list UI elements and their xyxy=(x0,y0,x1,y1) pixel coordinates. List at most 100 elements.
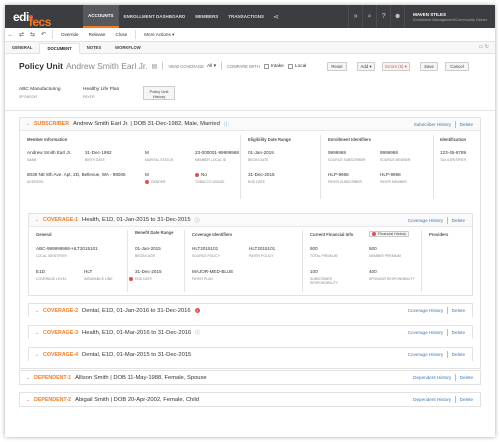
tab-notes[interactable]: NOTES xyxy=(80,42,108,53)
coverage-1-header[interactable]: ⌄ COVERAGE-1 Health, E1D, 01-Jan-2015 to… xyxy=(29,214,472,227)
member-local-id-value[interactable]: 23-000001-99999968 xyxy=(195,150,239,155)
coverage-3-header[interactable]: ⌄ COVERAGE-3 Health, E1D, 01-Mar-2016 to… xyxy=(29,326,472,339)
nav-tab-transactions[interactable]: TRANSACTIONS xyxy=(223,5,269,28)
close-button[interactable]: Close xyxy=(110,32,132,37)
coverage-4-header[interactable]: ⌄ COVERAGE-4 Dental, E1D, 01-Mar-2015 to… xyxy=(29,348,472,361)
source-policy-value[interactable]: HLT2015101 xyxy=(192,246,218,251)
begin-date-label: BEGIN DATE xyxy=(248,158,269,162)
end-date-label: END DATE xyxy=(248,180,265,184)
tab-general[interactable]: GENERAL xyxy=(5,42,39,53)
coverage-2-history-link[interactable]: Coverage History xyxy=(408,308,444,313)
coverage-4-delete-link[interactable]: Delete xyxy=(452,352,465,357)
dependent-1-title: Allison Smith | DOB 11-May-1988, Female,… xyxy=(75,374,207,381)
dependent-2-header[interactable]: ⌄ DEPENDENT-2 Abigail Smith | DOB 20-Apr… xyxy=(20,393,480,406)
chevron-right-icon[interactable]: ⌄ xyxy=(33,308,41,314)
dependent-1-header[interactable]: ⌄ DEPENDENT-1 Allison Smith | DOB 11-May… xyxy=(20,371,480,384)
chevron-right-icon[interactable]: ⌄ xyxy=(33,352,41,358)
dependent-2-history-link[interactable]: Dependent History xyxy=(413,397,451,402)
chevron-right-icon[interactable]: ⌄ xyxy=(33,330,41,336)
nav-tab-accounts[interactable]: ACCOUNTS xyxy=(83,5,119,28)
coverage-end-date-value[interactable]: 31-Dec-2015 xyxy=(135,269,162,274)
transfer-icon[interactable]: ⇆ xyxy=(27,31,38,38)
subscriber-delete-link[interactable]: Delete xyxy=(460,122,473,127)
view-coverage-select[interactable]: All ▾ xyxy=(207,64,216,69)
errors-dropdown-button[interactable]: Errors (5) ▾ xyxy=(382,62,410,71)
tab-document[interactable]: DOCUMENT xyxy=(39,43,80,54)
subscriber-panel: ⌄ SUBSCRIBER Andrew Smith Earl Jr. | DOB… xyxy=(19,117,481,369)
release-button[interactable]: Release xyxy=(84,32,111,37)
reset-button[interactable]: Reset xyxy=(327,62,347,71)
member-premium-value[interactable]: 500 xyxy=(369,246,377,251)
intake-checkbox[interactable] xyxy=(263,63,269,69)
coverage-3-history-link[interactable]: Coverage History xyxy=(408,330,444,335)
expand-icon[interactable]: » xyxy=(348,5,362,28)
search-icon[interactable]: ⌕ xyxy=(362,5,376,28)
payer-subscriber-value[interactable]: HLP-9968 xyxy=(328,172,349,177)
local-checkbox[interactable] xyxy=(287,63,293,69)
avatar[interactable]: ☻ xyxy=(390,5,404,28)
share-icon[interactable]: ⋖ xyxy=(269,13,283,21)
tax-id-value[interactable]: 123-45-6789 xyxy=(440,150,466,155)
local-identifier-value[interactable]: ABC-999999968-HLT2015101 xyxy=(36,246,98,251)
app-window: edifecs ACCOUNTS ENROLLMENT DASHBOARD ME… xyxy=(5,5,495,437)
more-actions-dropdown[interactable]: More Actions ▾ xyxy=(139,32,179,38)
gender-value[interactable]: M xyxy=(145,172,149,177)
subscriber-responsibility-label: SUBSCRIBER RESPONSIBILITY xyxy=(310,277,338,285)
subscriber-history-link[interactable]: Subscriber History xyxy=(414,122,452,127)
coverage-2-header[interactable]: ⌄ COVERAGE-2 Dental, E1D, 01-Jan-2016 to… xyxy=(29,304,472,317)
subscriber-responsibility-value[interactable]: 100 xyxy=(310,269,318,274)
chevron-down-icon[interactable]: ⌄ xyxy=(24,121,32,127)
coverage-2-label: COVERAGE-2 xyxy=(43,307,79,314)
back-icon[interactable]: ← xyxy=(5,32,16,38)
payer-plan-value[interactable]: MAJOR-MED-BLUE xyxy=(192,269,233,274)
coverage-1-history-link[interactable]: Coverage History xyxy=(408,218,444,223)
info-icon[interactable]: ⓘ xyxy=(195,329,200,336)
undo-icon[interactable]: ↶ xyxy=(38,31,49,38)
payer-member-value[interactable]: HLP-9968 xyxy=(380,172,401,177)
override-button[interactable]: Override xyxy=(56,32,84,37)
total-premium-value[interactable]: 500 xyxy=(310,246,318,251)
coverage-level-value[interactable]: E1D xyxy=(36,269,45,274)
nav-tab-members[interactable]: MEMBERS xyxy=(190,5,223,28)
subscriber-header[interactable]: ⌄ SUBSCRIBER Andrew Smith Earl Jr. | DOB… xyxy=(20,118,480,131)
begin-date-value[interactable]: 01-Jan-2015 xyxy=(248,150,274,155)
cancel-button[interactable]: Cancel xyxy=(445,62,469,71)
add-dropdown-button[interactable]: Add ▾ xyxy=(357,62,375,71)
subscriber-name-value[interactable]: Andrew Smith Earl Jr. xyxy=(27,150,71,155)
sponsor-responsibility-value[interactable]: 400 xyxy=(369,269,377,274)
sync-icon[interactable]: ↻ xyxy=(485,44,489,50)
dependent-1-delete-link[interactable]: Delete xyxy=(460,375,473,380)
refresh-icon[interactable]: ⇄ xyxy=(16,31,27,38)
save-button[interactable]: Save xyxy=(420,62,438,71)
address-value[interactable]: 8039 NE 8th Ave. Apt. 2D, Bellevue, WA -… xyxy=(27,172,126,177)
policy-unit-history-button[interactable]: Policy Unit History xyxy=(143,86,175,100)
nav-tab-enrollment-dashboard[interactable]: ENROLLMENT DASHBOARD xyxy=(119,5,191,28)
user-info[interactable]: MAVEN STILES Enrollment Management/Commu… xyxy=(404,5,495,28)
help-icon[interactable]: ? xyxy=(376,5,390,28)
minimize-icon[interactable]: ▭ xyxy=(479,44,484,50)
coverage-begin-date-value[interactable]: 01-Jan-2015 xyxy=(135,246,161,251)
chevron-down-icon[interactable]: ⌄ xyxy=(33,217,41,223)
identification-heading: Identification xyxy=(440,137,467,142)
insurance-line-value[interactable]: HLT xyxy=(84,269,92,274)
chevron-right-icon[interactable]: ⌄ xyxy=(24,397,32,403)
dependent-2-delete-link[interactable]: Delete xyxy=(460,397,473,402)
tobacco-value[interactable]: No xyxy=(195,172,207,177)
source-subscriber-value[interactable]: 9999968 xyxy=(328,150,346,155)
info-icon[interactable]: ⓘ xyxy=(195,217,200,224)
tab-workflow[interactable]: WORKFLOW xyxy=(108,42,148,53)
financial-history-button[interactable]: Financial History xyxy=(369,231,410,237)
birth-date-value[interactable]: 31-Dec-1982 xyxy=(85,150,112,155)
dependent-1-history-link[interactable]: Dependent History xyxy=(413,375,451,380)
coverage-4-history-link[interactable]: Coverage History xyxy=(408,352,444,357)
end-date-value[interactable]: 31-Dec-2015 xyxy=(248,172,275,177)
marital-status-value[interactable]: M xyxy=(145,150,149,155)
coverage-2-delete-link[interactable]: Delete xyxy=(452,308,465,313)
payer-policy-value[interactable]: HLT2015101 xyxy=(249,246,275,251)
document-icon[interactable]: ▤ xyxy=(152,63,158,70)
chevron-right-icon[interactable]: ⌄ xyxy=(24,375,32,381)
source-member-value[interactable]: 9999968 xyxy=(380,150,398,155)
info-icon[interactable]: ⓘ xyxy=(224,121,229,128)
coverage-1-delete-link[interactable]: Delete xyxy=(452,218,465,223)
coverage-3-delete-link[interactable]: Delete xyxy=(452,330,465,335)
